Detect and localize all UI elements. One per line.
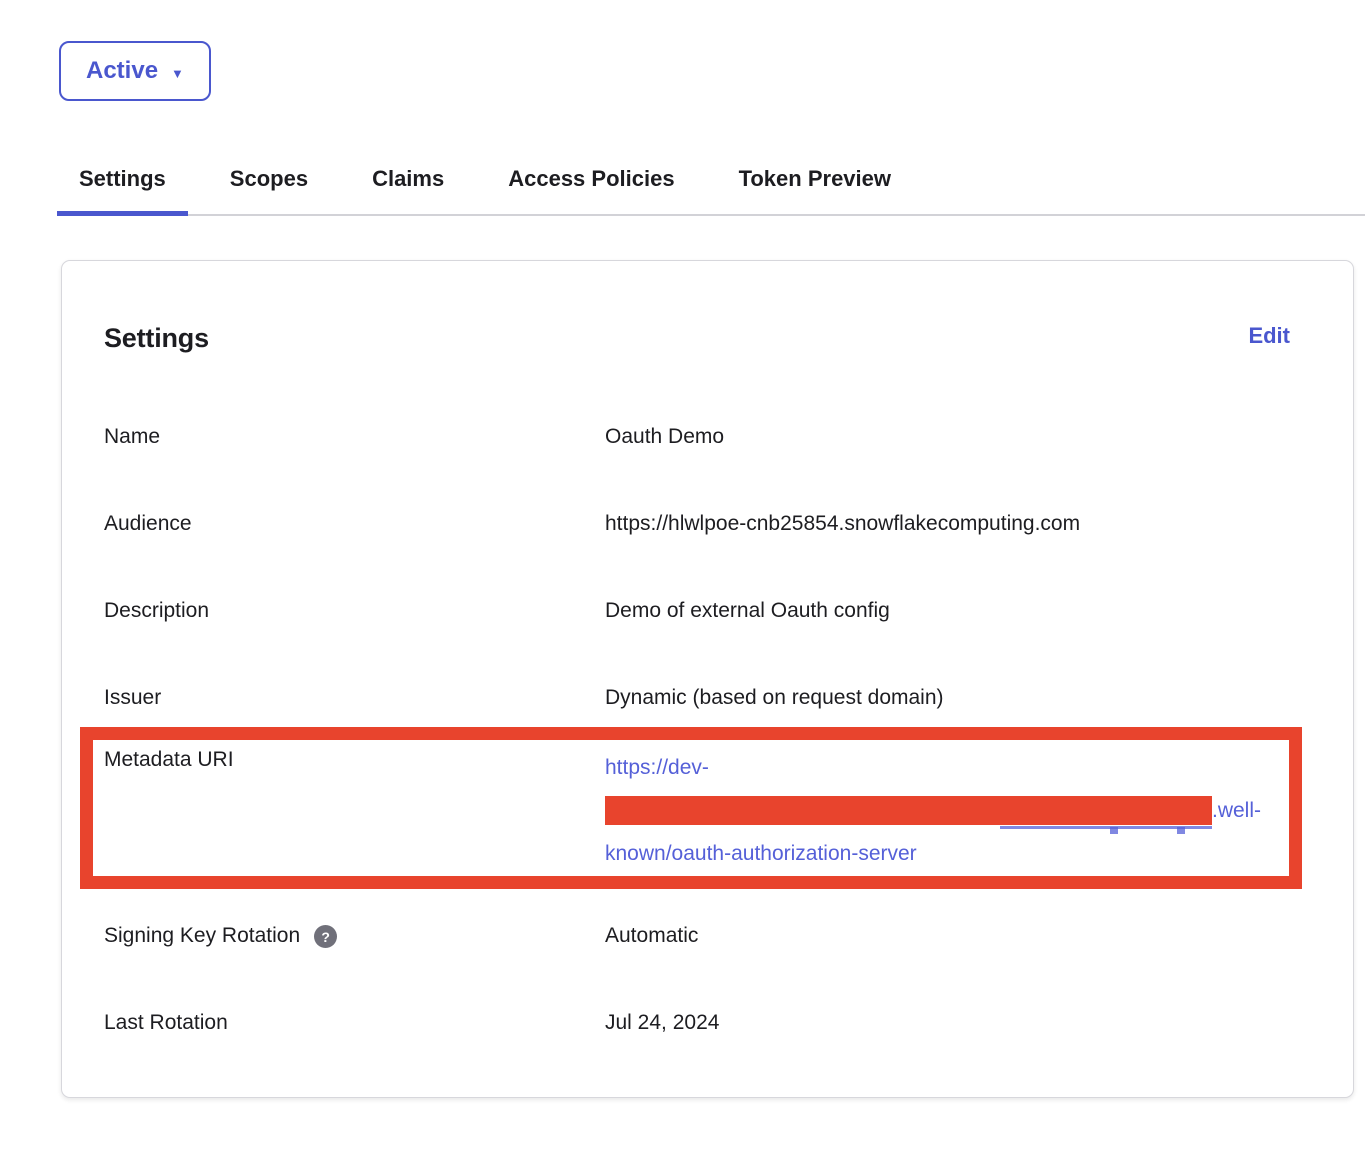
field-value: Oauth Demo — [605, 423, 1290, 451]
card-title: Settings — [104, 323, 209, 354]
field-row-name: Name Oauth Demo — [104, 423, 1290, 451]
field-label-with-help: Signing Key Rotation ? — [104, 922, 605, 950]
tab-token-preview[interactable]: Token Preview — [717, 159, 913, 214]
redacted-text-descender — [1177, 827, 1185, 834]
metadata-uri-link[interactable]: https://dev- .well- known/oauth-authoriz… — [605, 746, 1289, 875]
tab-label: Scopes — [230, 166, 308, 191]
redacted-text-descender — [1110, 827, 1118, 834]
metadata-uri-line1[interactable]: https://dev- — [605, 746, 1289, 789]
field-label: Issuer — [104, 684, 605, 712]
field-row-audience: Audience https://hlwlpoe-cnb25854.snowfl… — [104, 510, 1290, 538]
annotation-highlight-box: Metadata URI https://dev- .well- known/o… — [80, 727, 1302, 889]
field-label: Last Rotation — [104, 1009, 605, 1037]
tab-label: Settings — [79, 166, 166, 191]
status-dropdown-button[interactable]: Active ▼ — [59, 41, 211, 101]
tab-label: Token Preview — [739, 166, 891, 191]
field-label: Signing Key Rotation — [104, 922, 300, 950]
tab-scopes[interactable]: Scopes — [208, 159, 330, 214]
metadata-uri-line3[interactable]: known/oauth-authorization-server — [605, 832, 1289, 875]
help-icon[interactable]: ? — [314, 925, 337, 948]
settings-card-header: Settings Edit — [104, 323, 1290, 354]
field-label: Description — [104, 597, 605, 625]
field-row-last-rotation: Last Rotation Jul 24, 2024 — [104, 1009, 1290, 1037]
metadata-uri-line2: .well- — [605, 789, 1289, 832]
field-row-signing-key-rotation: Signing Key Rotation ? Automatic — [104, 922, 1290, 950]
tab-access-policies[interactable]: Access Policies — [486, 159, 696, 214]
tab-settings[interactable]: Settings — [57, 159, 188, 214]
tab-bar: Settings Scopes Claims Access Policies T… — [57, 159, 1365, 216]
tab-label: Access Policies — [508, 166, 674, 191]
field-label: Metadata URI — [104, 746, 605, 774]
field-row-metadata-uri: Metadata URI https://dev- .well- known/o… — [104, 746, 1289, 875]
field-label: Audience — [104, 510, 605, 538]
field-value: Automatic — [605, 922, 1290, 950]
field-row-issuer: Issuer Dynamic (based on request domain) — [104, 684, 1290, 712]
field-row-description: Description Demo of external Oauth confi… — [104, 597, 1290, 625]
tab-label: Claims — [372, 166, 444, 191]
redaction-overlay — [605, 796, 1212, 825]
field-value: Demo of external Oauth config — [605, 597, 1290, 625]
status-dropdown-label: Active — [86, 57, 158, 85]
settings-card: Settings Edit Name Oauth Demo Audience h… — [61, 260, 1354, 1098]
field-label: Name — [104, 423, 605, 451]
active-tab-indicator — [57, 211, 188, 216]
metadata-uri-line2-suffix[interactable]: .well- — [1212, 797, 1261, 825]
edit-button[interactable]: Edit — [1248, 323, 1290, 349]
field-value: Dynamic (based on request domain) — [605, 684, 1290, 712]
field-value: Jul 24, 2024 — [605, 1009, 1290, 1037]
tab-claims[interactable]: Claims — [350, 159, 466, 214]
chevron-down-icon: ▼ — [171, 67, 184, 80]
field-value: https://hlwlpoe-cnb25854.snowflakecomput… — [605, 510, 1290, 538]
